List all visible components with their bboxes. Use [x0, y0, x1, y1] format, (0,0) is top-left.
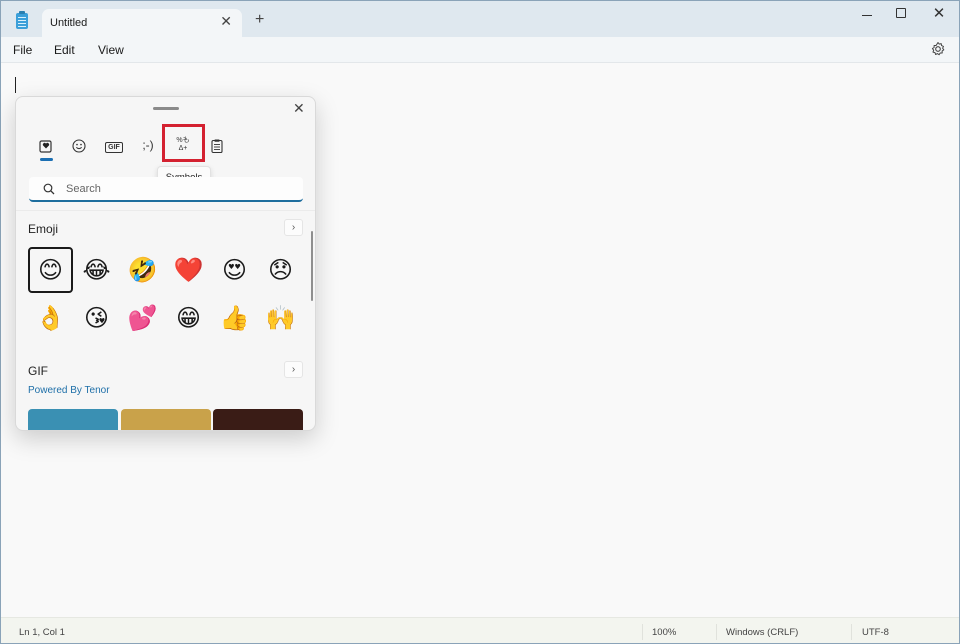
- notepad-app-icon: [16, 11, 28, 29]
- emoji-two-hearts[interactable]: 💕: [120, 295, 165, 341]
- menu-file[interactable]: File: [13, 43, 32, 57]
- status-divider: [851, 624, 852, 640]
- emoji-face-blowing-kiss[interactable]: 😘: [74, 295, 119, 341]
- gif-section-title: GIF: [28, 364, 48, 378]
- gif-icon: GIF: [105, 142, 123, 153]
- tab-gif[interactable]: GIF: [100, 134, 128, 156]
- clipboard-icon: [211, 139, 223, 153]
- symbols-tab-highlight-box: [162, 124, 205, 162]
- maximize-button[interactable]: [883, 4, 919, 24]
- gif-more-button[interactable]: ›: [284, 361, 303, 378]
- tab-close-icon[interactable]: ✕: [220, 13, 232, 30]
- emoji-beaming-face[interactable]: 😁: [166, 295, 211, 341]
- maximize-icon: [896, 8, 906, 18]
- status-cursor-position: Ln 1, Col 1: [19, 627, 65, 638]
- tab-clipboard[interactable]: [203, 134, 231, 156]
- minimize-icon: [862, 14, 872, 16]
- status-zoom[interactable]: 100%: [652, 627, 676, 638]
- divider: [16, 210, 315, 211]
- status-divider: [642, 624, 643, 640]
- tab-untitled[interactable]: Untitled ✕: [42, 9, 242, 37]
- text-caret: [15, 77, 16, 93]
- title-bar: Untitled ✕ + ✕: [1, 1, 959, 37]
- gif-thumb-3[interactable]: [213, 409, 303, 430]
- kaomoji-icon: ;-): [142, 138, 154, 152]
- search-box[interactable]: [29, 177, 303, 202]
- panel-close-icon[interactable]: ✕: [293, 100, 305, 117]
- panel-drag-handle[interactable]: [153, 107, 179, 110]
- status-divider: [716, 624, 717, 640]
- active-tab-indicator: [40, 158, 53, 161]
- settings-gear-icon[interactable]: [930, 41, 946, 57]
- tab-kaomoji[interactable]: ;-): [134, 134, 162, 156]
- close-window-button[interactable]: ✕: [921, 4, 957, 24]
- emoji-heart-eyes[interactable]: 😍: [212, 247, 257, 293]
- emoji-raising-hands[interactable]: 🙌: [258, 295, 303, 341]
- emoji-section-title: Emoji: [28, 222, 59, 236]
- emoji-panel: ✕ GIF ;-) %もΔ+ Symbols: [15, 96, 316, 431]
- gif-thumb-2[interactable]: [121, 409, 211, 430]
- status-line-ending[interactable]: Windows (CRLF): [726, 627, 798, 638]
- emoji-red-heart[interactable]: ❤️: [166, 247, 211, 293]
- tab-title: Untitled: [50, 17, 88, 29]
- smiley-icon: [72, 139, 86, 153]
- emoji-rolling-on-floor-laughing[interactable]: 🤣: [120, 247, 165, 293]
- emoji-thumbs-up[interactable]: 👍: [212, 295, 257, 341]
- menu-bar: File Edit View: [1, 37, 959, 63]
- status-encoding[interactable]: UTF-8: [862, 627, 889, 638]
- emoji-smiling-face[interactable]: 😊: [28, 247, 73, 293]
- search-input[interactable]: [66, 180, 286, 198]
- emoji-ok-hand[interactable]: 👌: [28, 295, 73, 341]
- emoji-more-button[interactable]: ›: [284, 219, 303, 236]
- powered-by-tenor-link[interactable]: Powered By Tenor: [28, 385, 110, 396]
- gif-thumb-1[interactable]: [28, 409, 118, 430]
- menu-edit[interactable]: Edit: [54, 43, 75, 57]
- new-tab-button[interactable]: +: [255, 12, 264, 28]
- search-icon: [43, 183, 55, 195]
- tab-emoji[interactable]: [65, 134, 93, 156]
- emoji-disappointed-face[interactable]: 😞: [258, 247, 303, 293]
- status-bar: Ln 1, Col 1 100% Windows (CRLF) UTF-8: [1, 617, 959, 643]
- minimize-button[interactable]: [849, 4, 885, 24]
- menu-view[interactable]: View: [98, 43, 124, 57]
- tab-favorites[interactable]: [32, 134, 60, 156]
- emoji-tears-of-joy[interactable]: 😂: [74, 247, 119, 293]
- favorites-heart-icon: [39, 139, 52, 153]
- panel-scrollbar[interactable]: [311, 231, 313, 301]
